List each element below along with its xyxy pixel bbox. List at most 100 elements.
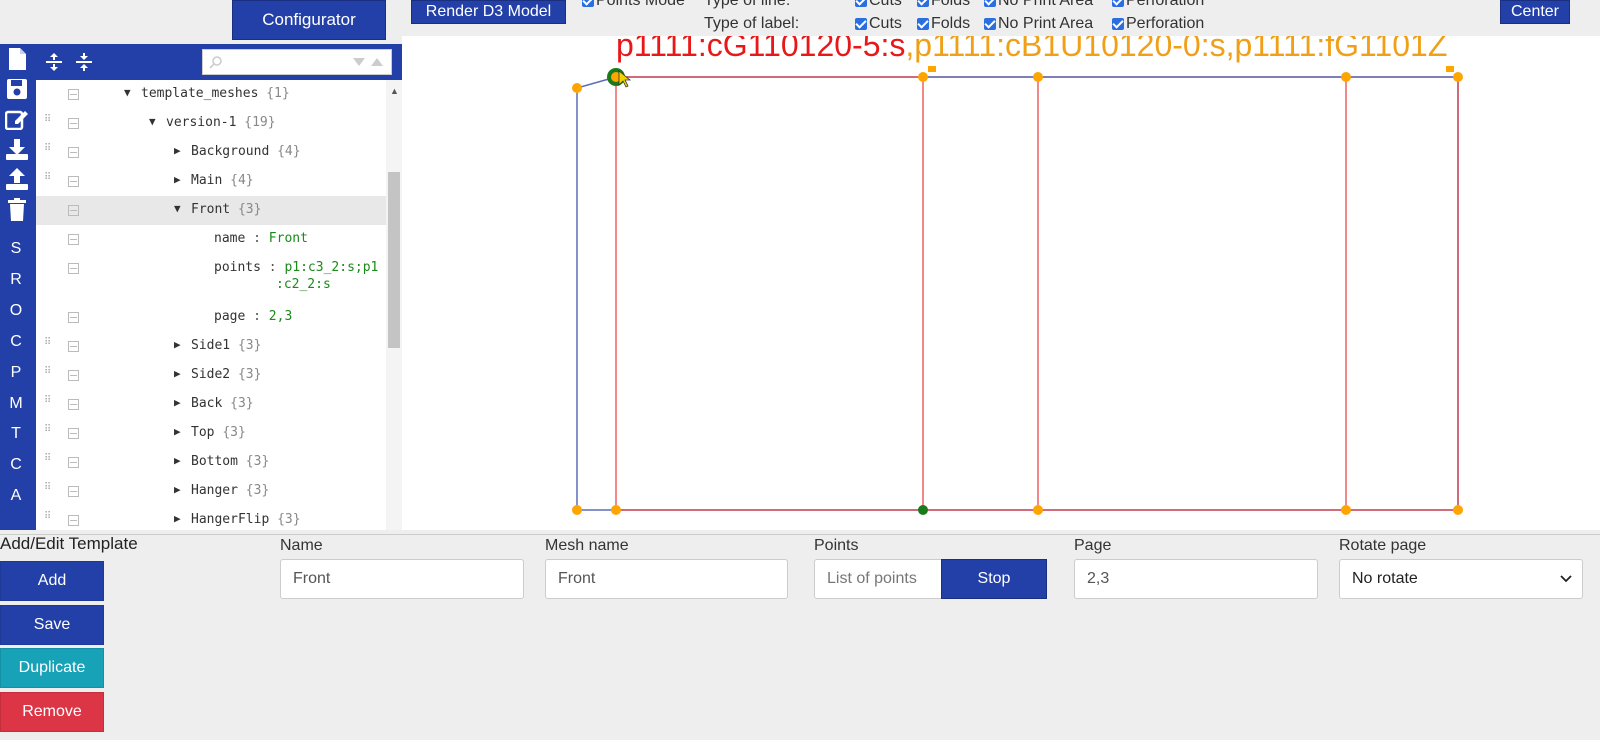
label-cuts-checkbox[interactable] — [855, 18, 867, 30]
sidebar-letter-c2[interactable]: C — [0, 456, 32, 474]
point[interactable] — [1033, 505, 1043, 515]
point[interactable] — [1341, 72, 1351, 82]
point[interactable] — [572, 83, 582, 93]
label-perforation-option[interactable]: Perforation — [1112, 15, 1204, 33]
collapsed-icon[interactable]: ▶ — [174, 454, 181, 467]
drag-handle-icon[interactable]: ⠿ — [44, 425, 54, 441]
drag-handle-icon[interactable]: ⠿ — [44, 115, 54, 131]
tree-value[interactable]: 2,3 — [269, 309, 292, 324]
collapsed-icon[interactable]: ▶ — [174, 367, 181, 380]
tree-row[interactable]: ⠿ ▶ Side1 {3} — [36, 332, 386, 361]
expand-all-icon[interactable] — [44, 52, 64, 77]
tree-row[interactable]: ⠿ ▶ Back {3} — [36, 390, 386, 419]
row-menu-icon[interactable] — [68, 205, 79, 216]
tree-row[interactable]: ⠿ ▶ Hanger {3} — [36, 477, 386, 506]
row-menu-icon[interactable] — [68, 515, 79, 526]
page-field[interactable]: 2,3 — [1074, 559, 1318, 599]
collapsed-icon[interactable]: ▶ — [174, 338, 181, 351]
center-button[interactable]: Center — [1500, 0, 1570, 24]
sidebar-letter-m[interactable]: M — [0, 395, 32, 413]
line-no-print-checkbox[interactable] — [984, 0, 996, 7]
remove-button[interactable]: Remove — [0, 692, 104, 732]
row-menu-icon[interactable] — [68, 176, 79, 187]
tree-row[interactable]: ⠿ ▶ Main {4} — [36, 167, 386, 196]
name-field[interactable]: Front — [280, 559, 524, 599]
new-file-icon[interactable] — [4, 46, 30, 72]
drag-handle-icon[interactable]: ⠿ — [44, 367, 54, 383]
tree-row[interactable]: ⠿ ▶ HangerFlip {3} — [36, 506, 386, 530]
save-icon[interactable] — [4, 76, 30, 102]
scroll-up-icon[interactable]: ▲ — [390, 86, 399, 96]
row-menu-icon[interactable] — [68, 370, 79, 381]
row-menu-icon[interactable] — [68, 234, 79, 245]
point[interactable] — [918, 72, 928, 82]
sidebar-letter-a[interactable]: A — [0, 487, 32, 505]
tree-row[interactable]: ⠿ ▶ Top {3} — [36, 419, 386, 448]
drag-handle-icon[interactable]: ⠿ — [44, 396, 54, 412]
collapsed-icon[interactable]: ▶ — [174, 483, 181, 496]
collapsed-icon[interactable]: ▶ — [174, 512, 181, 525]
sidebar-letter-o[interactable]: O — [0, 302, 32, 320]
collapsed-icon[interactable]: ▶ — [174, 425, 181, 438]
row-menu-icon[interactable] — [68, 428, 79, 439]
sidebar-letter-c[interactable]: C — [0, 333, 32, 351]
selected-point[interactable] — [918, 505, 928, 515]
tree-row[interactable]: ⠿ ▶ Bottom {3} — [36, 448, 386, 477]
line-folds-checkbox[interactable] — [917, 0, 929, 7]
tree-row[interactable]: ▼ template_meshes {1} — [36, 80, 386, 109]
search-prev-icon[interactable] — [371, 58, 383, 66]
expanded-icon[interactable]: ▼ — [174, 202, 181, 215]
row-menu-icon[interactable] — [68, 399, 79, 410]
row-menu-icon[interactable] — [68, 486, 79, 497]
expanded-icon[interactable]: ▼ — [124, 86, 131, 99]
sidebar-letter-r[interactable]: R — [0, 271, 32, 289]
drag-handle-icon[interactable]: ⠿ — [44, 483, 54, 499]
edit-icon[interactable] — [4, 106, 30, 132]
row-menu-icon[interactable] — [68, 263, 79, 274]
point[interactable] — [1341, 505, 1351, 515]
line-perforation-checkbox[interactable] — [1112, 0, 1124, 7]
row-menu-icon[interactable] — [68, 118, 79, 129]
tree-row[interactable]: points : p1:c3_2:s;p1:c2_2:s — [36, 254, 386, 300]
tree-row[interactable]: ⠿ ▼ version-1 {19} — [36, 109, 386, 138]
point[interactable] — [1453, 72, 1463, 82]
tree-row[interactable]: ⠿ ▶ Side2 {3} — [36, 361, 386, 390]
mesh-name-field[interactable]: Front — [545, 559, 788, 599]
line-no-print-option[interactable]: No Print Area — [984, 0, 1093, 10]
tree-scrollbar[interactable]: ▲ — [386, 80, 402, 530]
point[interactable] — [1453, 505, 1463, 515]
points-mode-checkbox[interactable] — [582, 0, 594, 7]
points-mode-toggle[interactable]: Points Mode — [582, 0, 685, 10]
drag-handle-icon[interactable]: ⠿ — [44, 338, 54, 354]
label-no-print-option[interactable]: No Print Area — [984, 15, 1093, 33]
drag-handle-icon[interactable]: ⠿ — [44, 144, 54, 160]
sidebar-letter-p[interactable]: P — [0, 364, 32, 382]
rotate-page-select[interactable]: No rotate — [1339, 559, 1583, 599]
configurator-button[interactable]: Configurator — [232, 0, 386, 40]
label-folds-option[interactable]: Folds — [917, 15, 970, 33]
duplicate-button[interactable]: Duplicate — [0, 648, 104, 688]
drag-handle-icon[interactable]: ⠿ — [44, 454, 54, 470]
label-folds-checkbox[interactable] — [917, 18, 929, 30]
tree-value[interactable]: Front — [269, 231, 308, 246]
collapse-all-icon[interactable] — [74, 52, 94, 77]
save-button[interactable]: Save — [0, 605, 104, 645]
row-menu-icon[interactable] — [68, 457, 79, 468]
drag-handle-icon[interactable]: ⠿ — [44, 173, 54, 189]
upload-icon[interactable] — [4, 166, 30, 192]
tree-search-input[interactable] — [202, 49, 392, 75]
row-menu-icon[interactable] — [68, 341, 79, 352]
points-field[interactable]: List of points — [814, 559, 942, 599]
row-menu-icon[interactable] — [68, 312, 79, 323]
collapsed-icon[interactable]: ▶ — [174, 396, 181, 409]
line-cuts-option[interactable]: Cuts — [855, 0, 902, 10]
tree-value-continued[interactable]: :c2_2:s — [276, 277, 331, 292]
label-no-print-checkbox[interactable] — [984, 18, 996, 30]
row-menu-icon[interactable] — [68, 147, 79, 158]
sidebar-letter-t[interactable]: T — [0, 425, 32, 443]
download-icon[interactable] — [4, 136, 30, 162]
label-cuts-option[interactable]: Cuts — [855, 15, 902, 33]
drag-handle-icon[interactable]: ⠿ — [44, 512, 54, 528]
row-menu-icon[interactable] — [68, 89, 79, 100]
tree-row[interactable]: ▼ Front {3} — [36, 196, 386, 225]
